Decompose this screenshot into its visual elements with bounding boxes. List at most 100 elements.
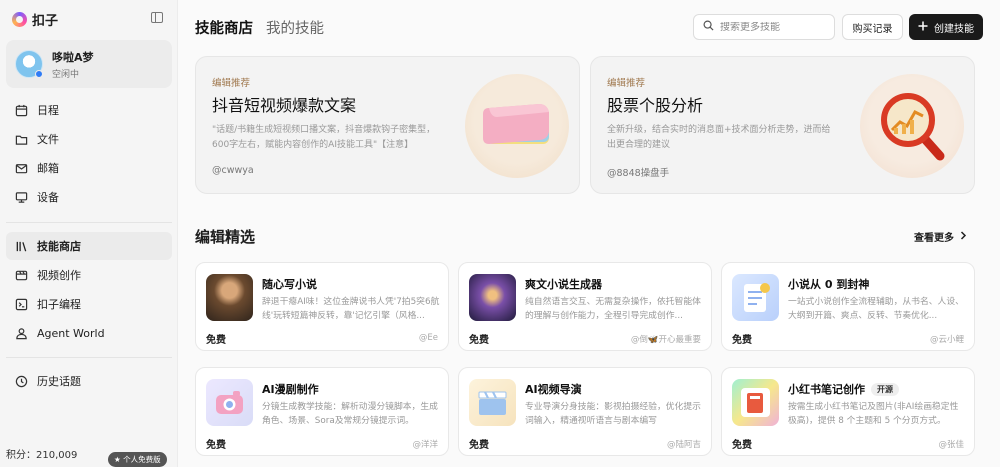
see-more-label: 查看更多 [914, 233, 954, 244]
brand-name: 扣子 [32, 14, 59, 29]
online-status-dot [35, 70, 43, 78]
skill-title-text: 爽文小说生成器 [525, 278, 602, 291]
sidebar-item-label: Agent World [37, 326, 105, 340]
create-skill-label: 创建技能 [934, 23, 974, 35]
skill-title-text: AI漫剧制作 [262, 383, 319, 396]
skill-price: 免费 [732, 335, 752, 346]
tab-my-skills[interactable]: 我的技能 [266, 17, 324, 38]
video-icon [15, 269, 28, 282]
featured-author: @8848操盘手 [607, 168, 670, 179]
chevron-right-icon [960, 230, 967, 243]
sidebar-item-skill-store[interactable]: 技能商店 [6, 232, 172, 260]
featured-tag: 编辑推荐 [212, 78, 251, 89]
sidebar-item-history[interactable]: 历史话题 [6, 367, 172, 395]
skill-title: 随心写小说 [262, 276, 317, 292]
skill-desc: 纯自然语言交互、无需复杂操作，依托智能体的理解与创作能力，全程引导完成创作... [525, 297, 701, 321]
camera-icon [206, 379, 253, 426]
sidebar-item-label: 视频创作 [37, 269, 81, 282]
section-title: 编辑精选 [195, 228, 256, 246]
featured-title: 股票个股分析 [607, 96, 704, 115]
skill-desc: 一站式小说创作全流程辅助，从书名、人设、大纲到开篇、爽点、反转、节奏优化... [788, 297, 964, 321]
sidebar: 扣子 哆啦A梦 空闲中 日程 文件 邮箱 设备 技能商店 视频创作 扣子编程 A… [0, 0, 178, 467]
notebook-icon [732, 379, 779, 426]
nav-top: 日程 文件 邮箱 设备 [6, 96, 172, 212]
avatar [15, 50, 43, 78]
skill-author: @云小鲤 [929, 335, 964, 345]
brand[interactable]: 扣子 [12, 10, 58, 29]
skill-price: 免费 [469, 440, 489, 451]
skill-desc: 专业导演分身技能：影视拍摄经验，优化提示词输入，精通视听语言与剧本编写 [525, 402, 701, 426]
sidebar-item-label: 日程 [37, 104, 59, 117]
clapper-icon [469, 379, 516, 426]
search-input[interactable] [720, 21, 830, 33]
skill-price: 免费 [469, 335, 489, 346]
user-name: 哆啦A梦 [52, 50, 94, 64]
skill-desc: 辞退干瘪AI味！这位金牌说书人凭'7拍5突6航线'玩转短篇神反转，靠'记忆引擎（… [262, 297, 440, 321]
skill-price: 免费 [732, 440, 752, 451]
main-content: 技能商店 我的技能 购买记录 创建技能 编辑推荐 抖音短视频爆款文案 "话题/书… [178, 0, 1000, 467]
skill-card[interactable]: AI漫剧制作 分镜生成教学技能：解析动漫分镜脚本，生成角色、场景、Sora及常规… [195, 367, 449, 456]
skill-desc: 分镜生成教学技能：解析动漫分镜脚本，生成角色、场景、Sora及常规分镜提示词。 [262, 402, 438, 426]
sidebar-collapse-icon[interactable] [151, 12, 163, 23]
monitor-icon [15, 191, 28, 204]
featured-desc: 全新升级，结合实时的消息面+技术面分析走势，进而给出更合理的建议 [607, 125, 831, 150]
skill-title: 爽文小说生成器 [525, 276, 602, 292]
skill-title-text: 小红书笔记创作 [788, 383, 865, 396]
open-source-badge: 开源 [871, 382, 899, 396]
skill-card[interactable]: AI视频导演 专业导演分身技能：影视拍摄经验，优化提示词输入，精通视听语言与剧本… [458, 367, 712, 456]
code-icon [15, 298, 28, 311]
sidebar-item-devices[interactable]: 设备 [6, 183, 172, 211]
sidebar-item-label: 技能商店 [37, 240, 81, 253]
featured-card[interactable]: 编辑推荐 股票个股分析 全新升级，结合实时的消息面+技术面分析走势，进而给出更合… [590, 56, 975, 194]
sidebar-item-label: 文件 [37, 133, 59, 146]
fantasy-scene [469, 274, 516, 321]
agent-icon [15, 327, 28, 340]
novel-portrait [206, 274, 253, 321]
nav-mid: 技能商店 视频创作 扣子编程 Agent World [6, 232, 172, 348]
sidebar-item-mail[interactable]: 邮箱 [6, 154, 172, 182]
sidebar-item-video[interactable]: 视频创作 [6, 261, 172, 289]
skill-author: @洋洋 [412, 440, 438, 450]
library-icon [15, 240, 28, 253]
points-balance: 积分：210,009 [6, 450, 78, 461]
sidebar-item-files[interactable]: 文件 [6, 125, 172, 153]
sidebar-item-agent-world[interactable]: Agent World [6, 319, 172, 347]
search-icon [703, 20, 714, 34]
skill-card[interactable]: 爽文小说生成器 纯自然语言交互、无需复杂操作，依托智能体的理解与创作能力，全程引… [458, 262, 712, 351]
skill-title: AI漫剧制作 [262, 381, 319, 397]
plus-icon [918, 21, 928, 34]
skill-desc: 按需生成小红书笔记及图片(非AI绘画稳定性极高)，提供 8 个主题和 5 个分页… [788, 402, 959, 426]
magnifier-chart-icon [860, 74, 964, 178]
skill-author: @张佳 [938, 440, 964, 450]
sidebar-divider [6, 222, 172, 223]
skill-price: 免费 [206, 335, 226, 346]
search-box[interactable] [693, 14, 835, 40]
skill-author: @Ee [418, 333, 438, 343]
skill-card[interactable]: 小说从 0 到封神 一站式小说创作全流程辅助，从书名、人设、大纲到开篇、爽点、反… [721, 262, 975, 351]
skill-author: @陆阿吉 [666, 440, 701, 450]
mail-icon [15, 162, 28, 175]
featured-desc: "话题/书籍生成短视频口播文案，抖音爆款钩子密集型，600字左右，赋能内容创作的… [212, 125, 436, 150]
sidebar-item-calendar[interactable]: 日程 [6, 96, 172, 124]
skill-title: 小红书笔记创作 开源 [788, 381, 899, 397]
skill-title-text: 随心写小说 [262, 278, 317, 291]
purchase-history-button[interactable]: 购买记录 [842, 14, 903, 40]
sidebar-item-label: 扣子编程 [37, 298, 81, 311]
see-more-link[interactable]: 查看更多 [914, 229, 967, 244]
skill-author: @倒🦋开心最重要 [630, 335, 701, 345]
tab-skill-store[interactable]: 技能商店 [195, 17, 253, 38]
sidebar-divider [6, 357, 172, 358]
featured-author: @cwwya [212, 165, 254, 176]
skill-card[interactable]: 小红书笔记创作 开源 按需生成小红书笔记及图片(非AI绘画稳定性极高)，提供 8… [721, 367, 975, 456]
skill-title-text: 小说从 0 到封神 [788, 278, 870, 291]
create-skill-button[interactable]: 创建技能 [909, 14, 983, 40]
user-card[interactable]: 哆啦A梦 空闲中 [6, 40, 172, 88]
skill-title-text: AI视频导演 [525, 383, 582, 396]
skill-card[interactable]: 随心写小说 辞退干瘪AI味！这位金牌说书人凭'7拍5突6航线'玩转短篇神反转，靠… [195, 262, 449, 351]
featured-card[interactable]: 编辑推荐 抖音短视频爆款文案 "话题/书籍生成短视频口播文案，抖音爆款钩子密集型… [195, 56, 580, 194]
sidebar-item-label: 设备 [37, 191, 59, 204]
sidebar-item-coding[interactable]: 扣子编程 [6, 290, 172, 318]
plan-badge[interactable]: ★ 个人免费版 [108, 452, 167, 467]
featured-tag: 编辑推荐 [607, 78, 646, 89]
user-status: 空闲中 [52, 69, 80, 80]
